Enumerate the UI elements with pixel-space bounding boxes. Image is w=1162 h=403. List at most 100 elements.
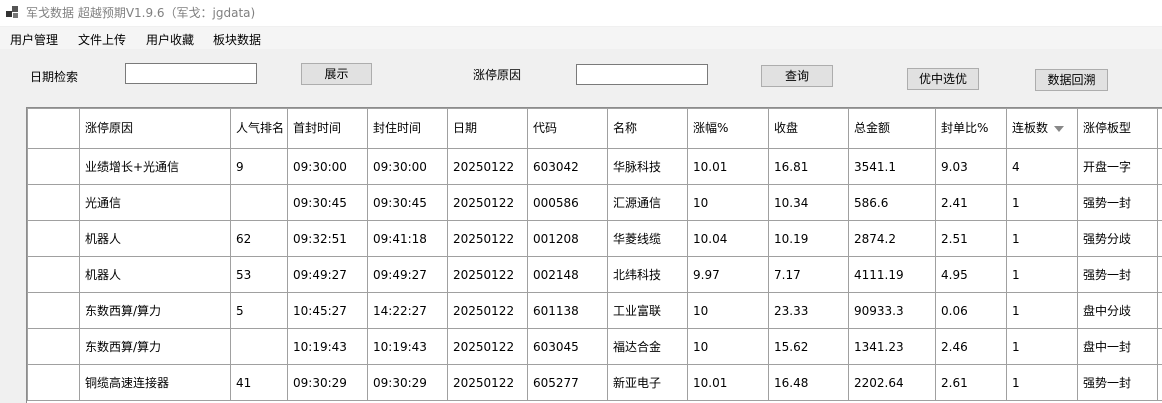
table-cell[interactable]: 10:19:43 <box>368 329 448 365</box>
table-cell[interactable]: 机器人 <box>80 257 231 293</box>
table-cell[interactable]: 10.19 <box>769 221 849 257</box>
table-cell[interactable]: 603042 <box>528 149 608 185</box>
table-cell[interactable]: 601138 <box>528 293 608 329</box>
table-cell[interactable]: 1 <box>1007 185 1078 221</box>
table-cell[interactable]: 强势一封 <box>1078 185 1158 221</box>
table-cell[interactable]: 10 <box>688 329 769 365</box>
table-cell[interactable]: 9.03 <box>936 149 1007 185</box>
column-header[interactable]: 名称 <box>608 109 688 149</box>
table-cell[interactable]: 001208 <box>528 221 608 257</box>
table-cell[interactable]: 盘中分歧 <box>1078 293 1158 329</box>
table-cell[interactable]: 东数西算/算力 <box>80 293 231 329</box>
table-cell[interactable]: 强势一封 <box>1078 257 1158 293</box>
table-cell[interactable]: 10 <box>688 293 769 329</box>
table-cell[interactable]: 605277 <box>528 365 608 401</box>
table-cell[interactable]: 10:45:27 <box>288 293 368 329</box>
table-cell[interactable]: 0.06 <box>936 293 1007 329</box>
column-header-sorted[interactable]: 连板数 <box>1007 109 1078 149</box>
row-header[interactable] <box>28 185 80 221</box>
table-cell[interactable] <box>231 185 288 221</box>
table-cell[interactable]: 盘中一封 <box>1078 329 1158 365</box>
column-header[interactable]: 代码 <box>528 109 608 149</box>
table-cell[interactable]: 工业富联 <box>608 293 688 329</box>
column-header[interactable]: 人气排名 <box>231 109 288 149</box>
column-header[interactable]: 日期 <box>448 109 528 149</box>
table-cell[interactable]: 1 <box>1007 221 1078 257</box>
menu-file-upload[interactable]: 文件上传 <box>78 31 126 48</box>
table-cell[interactable]: 7.17 <box>769 257 849 293</box>
table-cell[interactable]: 汇源通信 <box>608 185 688 221</box>
select-best-button[interactable]: 优中选优 <box>907 68 979 90</box>
menu-user-favorites[interactable]: 用户收藏 <box>146 31 194 48</box>
table-cell[interactable]: 北纬科技 <box>608 257 688 293</box>
table-cell[interactable]: 机器人 <box>80 221 231 257</box>
date-search-input[interactable] <box>125 63 257 84</box>
table-row[interactable]: 铜缆高速连接器4109:30:2909:30:2920250122605277新… <box>28 365 1162 401</box>
table-cell[interactable]: 09:30:00 <box>368 149 448 185</box>
table-row[interactable]: 业绩增长+光通信909:30:0009:30:0020250122603042华… <box>28 149 1162 185</box>
table-cell[interactable]: 10:19:43 <box>288 329 368 365</box>
table-cell[interactable]: 10.01 <box>688 149 769 185</box>
table-cell[interactable]: 09:41:18 <box>368 221 448 257</box>
row-header[interactable] <box>28 293 80 329</box>
table-cell[interactable]: 10.34 <box>769 185 849 221</box>
table-cell[interactable]: 华脉科技 <box>608 149 688 185</box>
menu-user-management[interactable]: 用户管理 <box>10 31 58 48</box>
column-header[interactable]: 收盘 <box>769 109 849 149</box>
table-cell[interactable]: 1 <box>1007 293 1078 329</box>
table-cell[interactable]: 16.81 <box>769 149 849 185</box>
show-button[interactable]: 展示 <box>301 63 372 85</box>
table-row[interactable]: 东数西算/算力10:19:4310:19:4320250122603045福达合… <box>28 329 1162 365</box>
table-cell[interactable]: 光通信 <box>80 185 231 221</box>
table-cell[interactable]: 新亚电子 <box>608 365 688 401</box>
row-header[interactable] <box>28 365 80 401</box>
table-cell[interactable]: 14:22:27 <box>368 293 448 329</box>
table-cell[interactable]: 2.61 <box>936 365 1007 401</box>
table-cell[interactable]: 1 <box>1007 257 1078 293</box>
table-row[interactable]: 东数西算/算力510:45:2714:22:2720250122601138工业… <box>28 293 1162 329</box>
table-cell[interactable]: 20250122 <box>448 185 528 221</box>
column-header[interactable]: 涨幅% <box>688 109 769 149</box>
row-header[interactable] <box>28 149 80 185</box>
table-cell[interactable]: 20250122 <box>448 293 528 329</box>
reason-input[interactable] <box>576 64 708 85</box>
table-cell[interactable]: 华菱线缆 <box>608 221 688 257</box>
table-cell[interactable]: 09:49:27 <box>368 257 448 293</box>
row-header[interactable] <box>28 221 80 257</box>
table-cell[interactable]: 2874.2 <box>849 221 936 257</box>
table-cell[interactable]: 2.41 <box>936 185 1007 221</box>
table-cell[interactable]: 4.95 <box>936 257 1007 293</box>
table-cell[interactable]: 业绩增长+光通信 <box>80 149 231 185</box>
row-header[interactable] <box>28 257 80 293</box>
table-cell[interactable]: 20250122 <box>448 149 528 185</box>
table-cell[interactable]: 000586 <box>528 185 608 221</box>
table-cell[interactable]: 90933.3 <box>849 293 936 329</box>
table-cell[interactable]: 09:49:27 <box>288 257 368 293</box>
table-cell[interactable]: 62 <box>231 221 288 257</box>
table-cell[interactable]: 586.6 <box>849 185 936 221</box>
table-cell[interactable]: 9 <box>231 149 288 185</box>
table-cell[interactable]: 09:30:00 <box>288 149 368 185</box>
table-cell[interactable]: 10.04 <box>688 221 769 257</box>
column-header[interactable]: 封住时间 <box>368 109 448 149</box>
data-grid[interactable]: 涨停原因 人气排名 首封时间 封住时间 日期 代码 名称 涨幅% 收盘 总金额 … <box>26 107 1162 403</box>
table-cell[interactable]: 1341.23 <box>849 329 936 365</box>
table-cell[interactable]: 09:30:29 <box>288 365 368 401</box>
table-cell[interactable]: 09:30:45 <box>288 185 368 221</box>
table-cell[interactable]: 41 <box>231 365 288 401</box>
table-cell[interactable]: 铜缆高速连接器 <box>80 365 231 401</box>
table-cell[interactable]: 4111.19 <box>849 257 936 293</box>
query-button[interactable]: 查询 <box>761 65 833 87</box>
table-cell[interactable]: 23.33 <box>769 293 849 329</box>
table-cell[interactable]: 开盘一字 <box>1078 149 1158 185</box>
table-cell[interactable]: 603045 <box>528 329 608 365</box>
table-cell[interactable]: 5 <box>231 293 288 329</box>
table-cell[interactable]: 20250122 <box>448 221 528 257</box>
menu-sector-data[interactable]: 板块数据 <box>213 31 261 48</box>
column-header[interactable]: 封单比% <box>936 109 1007 149</box>
column-header[interactable]: 涨停原因 <box>80 109 231 149</box>
column-header[interactable]: 涨停板型 <box>1078 109 1158 149</box>
table-cell[interactable]: 20250122 <box>448 365 528 401</box>
table-cell[interactable]: 15.62 <box>769 329 849 365</box>
table-row[interactable]: 机器人5309:49:2709:49:2720250122002148北纬科技9… <box>28 257 1162 293</box>
